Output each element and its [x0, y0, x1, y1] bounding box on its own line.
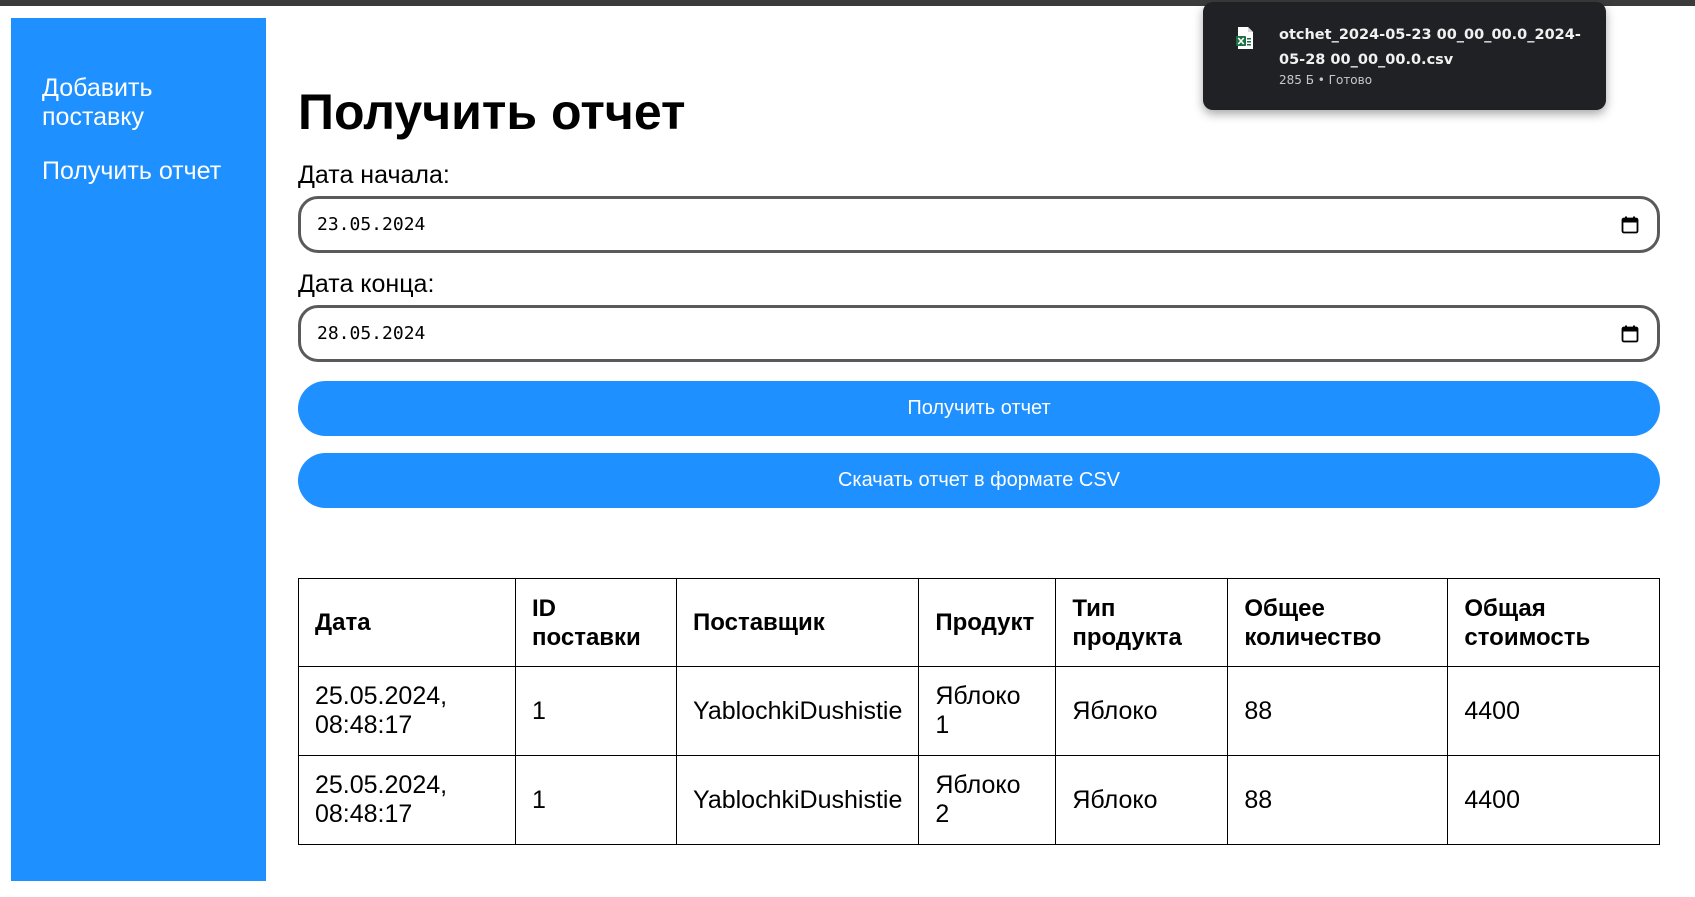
start-date-input[interactable]: 23.05.2024: [298, 196, 1660, 253]
cell-total-quantity: 88: [1227, 666, 1449, 756]
calendar-icon[interactable]: [1621, 325, 1639, 343]
excel-file-icon: [1236, 27, 1253, 49]
cell-total-quantity: 88: [1227, 755, 1449, 845]
cell-product: Яблоко 2: [918, 755, 1057, 845]
cell-product-type: Яблоко: [1055, 666, 1229, 756]
cell-supplier: YablochkiDushistie: [675, 755, 920, 845]
page-title: Получить отчет: [298, 84, 686, 140]
cell-date: 25.05.2024, 08:48:17: [298, 755, 516, 845]
get-report-button[interactable]: Получить отчет: [298, 381, 1660, 436]
table-row: 25.05.2024, 08:48:17 1 YablochkiDushisti…: [298, 755, 1660, 845]
cell-date: 25.05.2024, 08:48:17: [298, 666, 516, 756]
end-date-input[interactable]: 28.05.2024: [298, 305, 1660, 362]
report-table: Дата ID поставки Поставщик Продукт Тип п…: [298, 578, 1660, 845]
column-header-supplier: Поставщик: [675, 578, 920, 667]
cell-total-cost: 4400: [1447, 755, 1660, 845]
start-date-value[interactable]: 23.05.2024: [317, 214, 1621, 235]
cell-delivery-id: 1: [515, 666, 677, 756]
start-date-label: Дата начала:: [298, 161, 450, 189]
download-file-name[interactable]: otchet_2024-05-23 00_00_00.0_2024-05-28 …: [1279, 23, 1589, 73]
cell-delivery-id: 1: [515, 755, 677, 845]
download-status: 285 Б • Готово: [1279, 73, 1373, 87]
calendar-icon[interactable]: [1621, 216, 1639, 234]
download-csv-button[interactable]: Скачать отчет в формате CSV: [298, 453, 1660, 508]
cell-product-type: Яблоко: [1055, 755, 1229, 845]
column-header-date: Дата: [298, 578, 516, 667]
end-date-label: Дата конца:: [298, 270, 435, 298]
cell-total-cost: 4400: [1447, 666, 1660, 756]
table-row: 25.05.2024, 08:48:17 1 YablochkiDushisti…: [298, 666, 1660, 756]
download-notification[interactable]: otchet_2024-05-23 00_00_00.0_2024-05-28 …: [1203, 2, 1606, 110]
column-header-product-type: Тип продукта: [1055, 578, 1229, 667]
cell-supplier: YablochkiDushistie: [675, 666, 920, 756]
column-header-product: Продукт: [918, 578, 1057, 667]
sidebar-item-get-report[interactable]: Получить отчет: [42, 157, 246, 186]
cell-product: Яблоко 1: [918, 666, 1057, 756]
table-header-row: Дата ID поставки Поставщик Продукт Тип п…: [298, 578, 1660, 667]
column-header-delivery-id: ID поставки: [515, 578, 677, 667]
column-header-total-cost: Общая стоимость: [1447, 578, 1660, 667]
sidebar-item-add-delivery[interactable]: Добавить поставку: [42, 74, 246, 132]
sidebar: Добавить поставку Получить отчет: [11, 18, 266, 881]
end-date-value[interactable]: 28.05.2024: [317, 323, 1621, 344]
column-header-total-quantity: Общее количество: [1227, 578, 1449, 667]
